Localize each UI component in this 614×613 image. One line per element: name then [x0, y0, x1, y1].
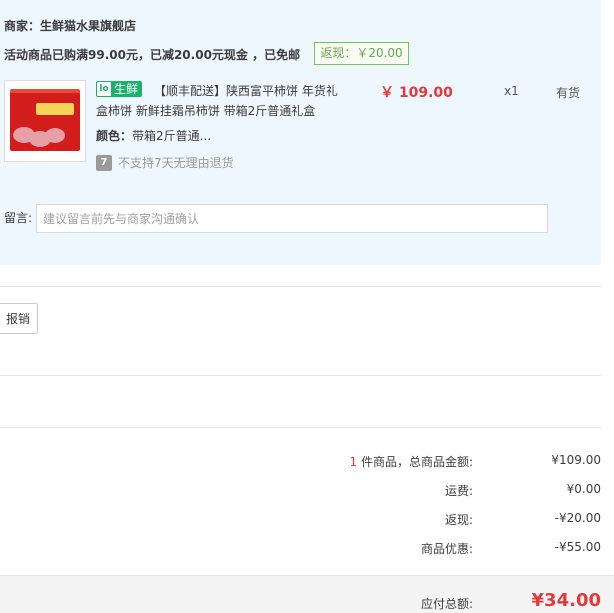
rebate-value: -¥20.00 — [554, 511, 601, 525]
fresh-badge-label: 生鲜 — [114, 82, 139, 96]
store-order-panel: 商家：生鲜猫水果旗舰店 活动商品已购满99.00元，已减20.00元现金 ，已免… — [0, 0, 601, 265]
discount-label: 商品优惠: — [420, 542, 473, 556]
persimmon-graphic — [45, 128, 65, 143]
total-value: ¥34.00 — [531, 590, 601, 611]
shipping-label: 运费: — [444, 484, 473, 498]
rebate-tag: 返现：￥20.00 — [314, 42, 409, 65]
unit-price: ￥ 109.00 — [380, 85, 453, 101]
color-label: 颜色： — [96, 129, 133, 143]
divider — [0, 427, 601, 428]
invoice-button[interactable]: 报销 — [0, 303, 38, 334]
message-label: 留言: — [4, 211, 33, 225]
gift-box-logo-graphic — [36, 103, 74, 115]
message-input[interactable] — [36, 204, 548, 233]
divider — [0, 375, 601, 376]
subtotal-value: ¥109.00 — [551, 453, 601, 467]
total-label: 应付总额: — [420, 597, 473, 611]
product-thumbnail[interactable] — [4, 80, 86, 162]
promo-text: 活动商品已购满99.00元，已减20.00元现金 ，已免邮 — [4, 48, 301, 62]
store-name[interactable]: 商家：生鲜猫水果旗舰店 — [4, 17, 136, 34]
rebate-label: 返现: — [444, 513, 473, 527]
quantity: x1 — [504, 84, 519, 98]
fresh-icon: lo — [97, 82, 111, 96]
discount-value: -¥55.00 — [554, 540, 601, 554]
stock-status: 有货 — [556, 86, 581, 100]
return-policy: 7 不支持7天无理由退货 — [96, 154, 234, 171]
item-count-summary: 1 件商品，总商品金额: — [349, 453, 473, 470]
no-return-icon: 7 — [96, 154, 112, 171]
item-count: 1 — [349, 455, 358, 469]
color-value: 带箱2斤普通... — [132, 129, 212, 143]
divider — [0, 286, 601, 287]
return-policy-text: 不支持7天无理由退货 — [118, 156, 234, 170]
shipping-value: ¥0.00 — [566, 482, 601, 496]
item-count-text: 件商品，总商品金额: — [360, 455, 473, 469]
fresh-badge: lo 生鲜 — [96, 81, 143, 97]
sku-color: 颜色：带箱2斤普通... — [96, 127, 211, 144]
total-bar: 应付总额: ¥34.00 — [0, 575, 614, 613]
